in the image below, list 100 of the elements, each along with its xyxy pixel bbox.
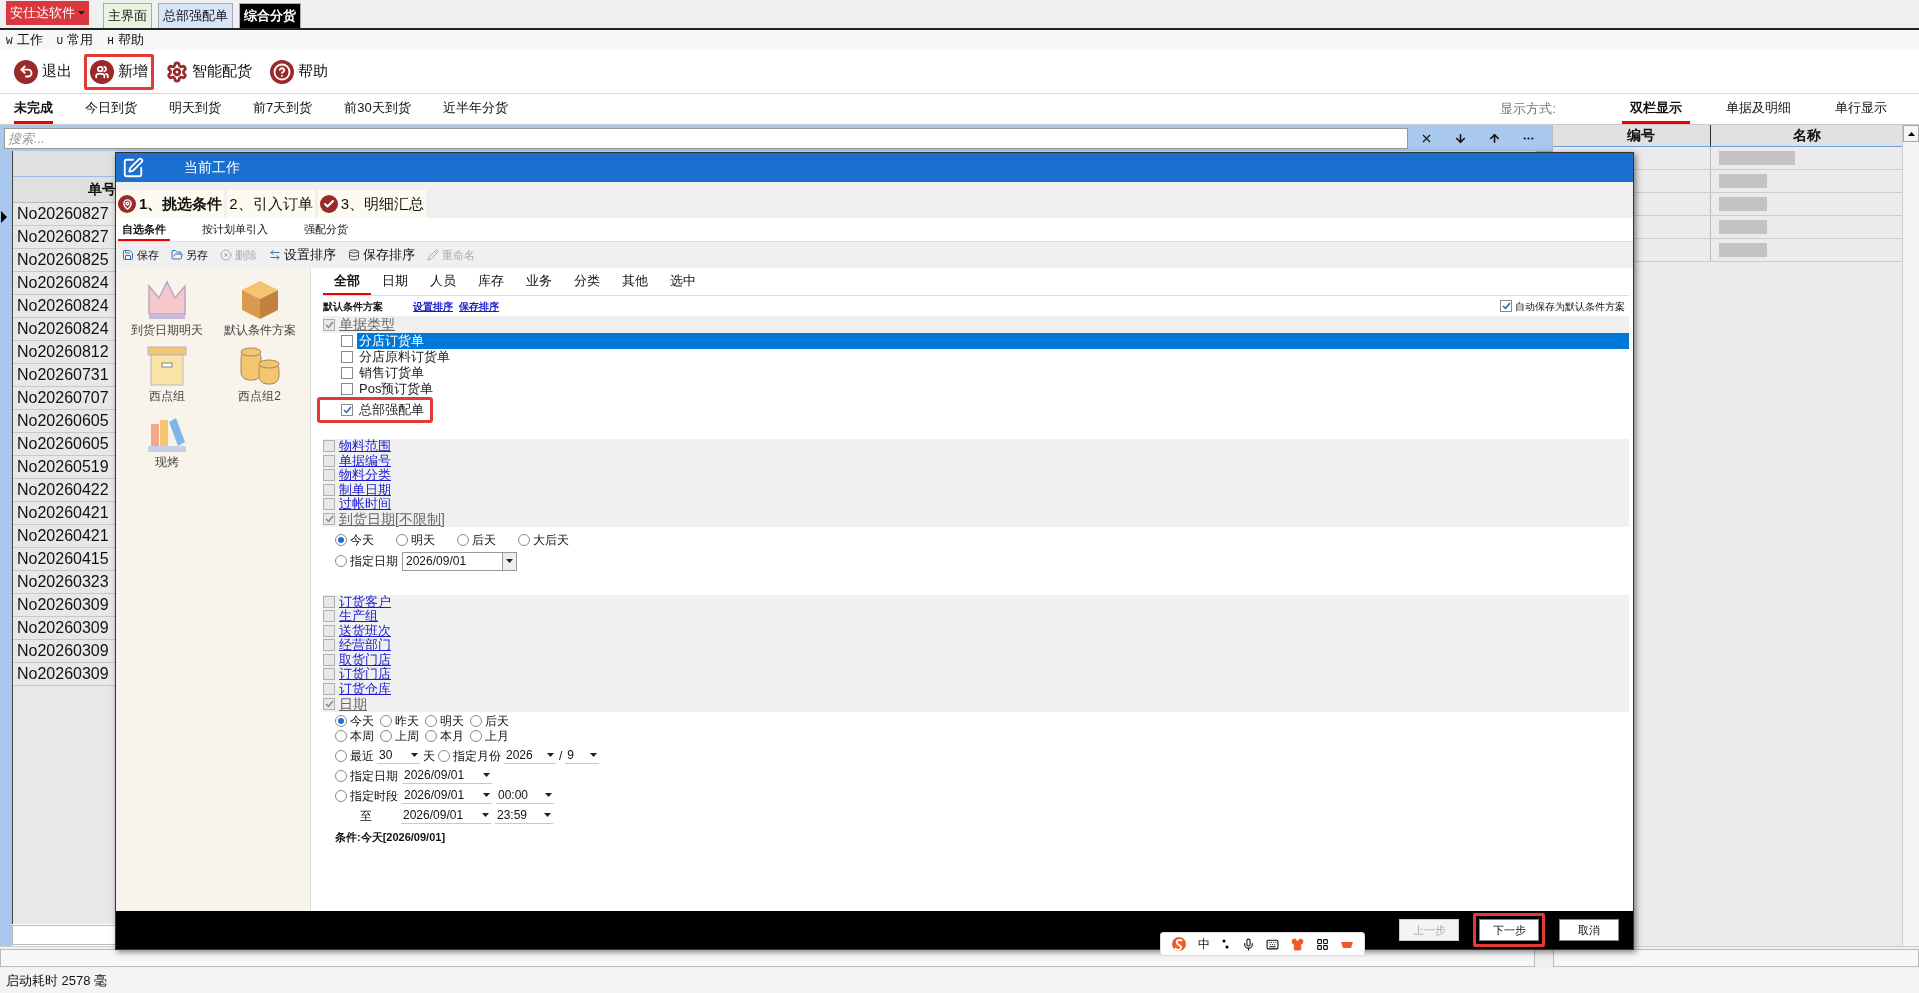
tool-button[interactable]: 另存 [171,246,208,264]
radio-button[interactable] [335,769,347,782]
radio-button[interactable] [335,789,347,802]
condition-link[interactable]: 生产组 [339,609,378,624]
filter-tab[interactable]: 前7天到货 [253,94,313,124]
radio-button[interactable] [457,533,469,546]
step-tab[interactable]: 3、明细汇总 [317,190,427,218]
category-tab[interactable]: 日期 [371,269,419,295]
category-tab[interactable]: 选中 [659,269,707,295]
radio-button[interactable] [425,730,437,742]
checkbox[interactable] [323,639,335,652]
condition-link[interactable]: 物料范围 [339,439,391,454]
dropdown[interactable]: 23:59 [495,807,553,824]
condition-link[interactable]: 取货门店 [339,652,391,667]
condition-link[interactable]: 订货客户 [339,594,391,609]
checkbox[interactable] [323,483,335,496]
toolbar-button[interactable]: 退出 [8,53,78,90]
filter-tab[interactable]: 前30天到货 [344,94,411,124]
radio-button[interactable] [335,715,347,727]
radio-button[interactable] [335,730,347,742]
brand-menu-button[interactable]: 安仕达软件 [6,1,89,25]
scheme-link[interactable]: 保存排序 [459,298,499,314]
filter-tab[interactable]: 明天到货 [169,94,221,124]
display-mode-tab[interactable]: 单据及明细 [1718,94,1799,124]
checkbox[interactable] [323,513,335,525]
radio-button[interactable] [380,730,392,742]
menu-item[interactable]: W 工作 [6,30,43,50]
checkbox[interactable] [341,404,353,416]
radio-button[interactable] [470,715,482,727]
dropdown[interactable]: 2026 [504,747,556,764]
condition-link[interactable]: 送货班次 [339,623,391,638]
radio-button[interactable] [380,715,392,727]
app-tab[interactable]: 总部强配单 [158,3,233,28]
checkbox[interactable] [323,469,335,482]
checkbox[interactable] [341,351,353,363]
menu-item[interactable]: H 帮助 [107,30,144,50]
radio-button[interactable] [335,555,347,567]
horizontal-scrollbar[interactable] [1553,948,1919,967]
tool-button[interactable]: 保存 [122,246,159,264]
dialog-button[interactable]: 下一步 [1479,919,1539,941]
radio-button[interactable] [518,533,530,546]
radio-button[interactable] [438,749,450,762]
toolbar-button[interactable]: 帮助 [264,53,334,90]
step-tab[interactable]: 1、挑选条件 [116,190,225,218]
preset-button[interactable]: 现烤 [120,410,213,470]
dropdown[interactable]: 2026/09/01 [402,767,492,784]
checkbox[interactable] [323,318,335,331]
dropdown[interactable]: 9 [565,747,600,764]
category-tab[interactable]: 人员 [419,269,467,295]
checkbox[interactable] [341,367,353,379]
checkbox[interactable] [323,440,335,453]
checkbox[interactable] [323,624,335,637]
condition-link[interactable]: 经营部门 [339,638,391,653]
list-item[interactable]: 销售订货单 [357,365,426,381]
filter-tab[interactable]: 今日到货 [85,94,137,124]
scroll-up-icon[interactable] [1903,125,1919,142]
radio-button[interactable] [425,715,437,727]
search-field[interactable]: 搜索... [4,127,1408,149]
toolbar-button[interactable]: 新增 [84,53,154,90]
category-tab[interactable]: 全部 [323,269,371,295]
toolbar-button[interactable]: 智能配货 [160,53,258,90]
radio-button[interactable] [396,533,408,546]
checkbox[interactable] [323,454,335,467]
dropdown[interactable]: 30 [377,747,420,764]
dropdown[interactable]: 2026/09/01 [401,807,491,824]
app-tab[interactable]: 综合分货 [239,3,301,28]
filter-tab[interactable]: 近半年分货 [442,94,508,124]
condition-link[interactable]: 制单日期 [339,482,391,497]
category-tab[interactable]: 库存 [467,269,515,295]
condition-link[interactable]: 物料分类 [339,468,391,483]
checkbox[interactable] [323,698,335,710]
checkbox[interactable] [323,595,335,608]
checkbox[interactable] [323,682,335,695]
condition-link[interactable]: 订货仓库 [339,681,391,696]
dropdown[interactable]: 00:00 [496,787,554,804]
category-tab[interactable]: 业务 [515,269,563,295]
checkbox[interactable] [323,610,335,623]
radio-button[interactable] [335,533,347,546]
scheme-link[interactable]: 设置排序 [413,298,453,314]
app-tab[interactable]: 主界面 [103,3,152,28]
radio-button[interactable] [470,730,482,742]
category-tab[interactable]: 分类 [563,269,611,295]
condition-link[interactable]: 单据编号 [339,453,391,468]
category-tab[interactable]: 其他 [611,269,659,295]
checkbox[interactable] [341,383,353,395]
dropdown[interactable]: 2026/09/01 [402,787,492,804]
list-item[interactable]: 分店原料订货单 [357,349,452,365]
condition-link[interactable]: 订货门店 [339,667,391,682]
radio-button[interactable] [335,749,347,762]
checkbox[interactable] [323,668,335,681]
menu-item[interactable]: U 常用 [56,30,94,50]
date-field[interactable]: 2026/09/01 [402,551,517,571]
checkbox[interactable] [1500,300,1512,312]
dialog-button[interactable]: 取消 [1559,919,1619,941]
step-tab[interactable]: 2、引入订单 [227,190,315,218]
checkbox[interactable] [341,335,353,347]
list-item[interactable]: 分店订货单 [357,333,1629,349]
ime-mode-text[interactable]: 中 [1198,935,1211,953]
display-mode-tab[interactable]: 单行显示 [1827,94,1895,124]
checkbox[interactable] [323,498,335,511]
